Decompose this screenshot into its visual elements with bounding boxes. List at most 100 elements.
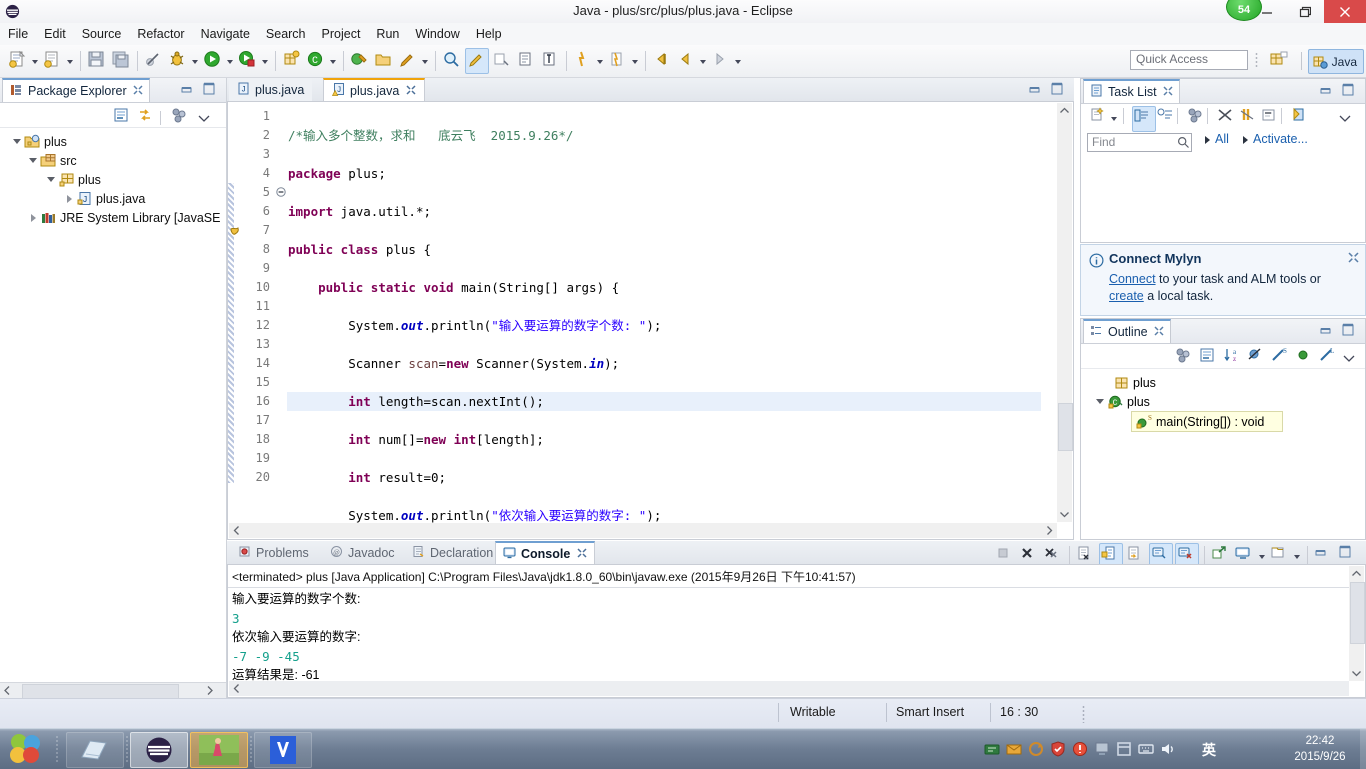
taskbar-item-notepad[interactable] <box>66 732 124 768</box>
run-icon[interactable] <box>202 49 224 73</box>
sync-icon[interactable] <box>1028 741 1044 757</box>
close-button[interactable] <box>1324 0 1366 23</box>
network-icon[interactable] <box>984 741 1000 757</box>
editor-vscrollbar[interactable] <box>1057 103 1073 522</box>
vscroll-thumb[interactable] <box>1058 403 1073 451</box>
new-task-icon[interactable] <box>1088 106 1110 130</box>
new-java-package-icon[interactable] <box>281 49 303 73</box>
search-icon[interactable] <box>1177 136 1190 152</box>
menu-item-window[interactable]: Window <box>407 25 467 43</box>
twisty-icon[interactable] <box>12 136 23 147</box>
tab-package-explorer[interactable]: Package Explorer <box>2 78 150 102</box>
editor-hscrollbar[interactable] <box>229 523 1057 538</box>
twisty-icon[interactable] <box>28 212 39 223</box>
perspective-java-button[interactable]: Java <box>1307 49 1364 74</box>
mylyn-create-link[interactable]: create <box>1109 289 1144 303</box>
open-type-dropdown-icon[interactable] <box>328 49 339 73</box>
toolbar-drag-handle[interactable] <box>1255 52 1258 69</box>
tab-problems[interactable]: Problems <box>231 541 316 564</box>
menu-item-refactor[interactable]: Refactor <box>129 25 192 43</box>
outline-item-package-plus[interactable]: plus <box>1081 373 1365 392</box>
debug-icon[interactable] <box>167 49 189 73</box>
hide-non-public-icon[interactable] <box>1294 346 1316 370</box>
view-menu-icon[interactable] <box>170 106 188 127</box>
quick-access-input[interactable]: Quick Access <box>1130 50 1248 70</box>
shield-icon[interactable] <box>1050 741 1066 757</box>
scroll-down-icon[interactable] <box>1057 507 1072 522</box>
folding-gutter[interactable] <box>274 102 287 539</box>
taskbar-item-photo[interactable] <box>190 732 248 768</box>
new-wizard-dropdown-icon[interactable] <box>30 49 41 73</box>
menu-item-edit[interactable]: Edit <box>36 25 74 43</box>
scheduled-mode-icon[interactable] <box>1156 106 1178 130</box>
new-task-dropdown-icon[interactable] <box>1109 106 1120 130</box>
windows-start-icon[interactable] <box>4 732 50 766</box>
close-icon[interactable] <box>1154 325 1164 339</box>
collapse-all-icon[interactable] <box>112 106 130 127</box>
open-folder-icon[interactable] <box>373 49 395 73</box>
close-icon[interactable] <box>406 84 416 98</box>
tree-item-package-plus[interactable]: plus <box>0 170 226 189</box>
sort-icon[interactable]: az <box>1222 346 1244 370</box>
tree-item-file-plus-java[interactable]: J plus.java <box>0 189 226 208</box>
close-icon[interactable] <box>133 84 143 98</box>
editor-text-area[interactable]: 1 2 3 4 5 6 7 8 9 10 11 12 13 14 15 16 1… <box>227 101 1074 540</box>
maximize-view-icon[interactable] <box>1050 82 1066 98</box>
open-perspective-button[interactable] <box>1268 49 1294 72</box>
twisty-icon[interactable] <box>1095 396 1106 407</box>
package-explorer-hscrollbar[interactable] <box>0 682 226 699</box>
focus-on-active-task-icon[interactable] <box>1174 346 1196 370</box>
menu-item-run[interactable]: Run <box>368 25 407 43</box>
filter-all-arrow-icon[interactable] <box>1205 136 1210 144</box>
twisty-icon[interactable] <box>64 193 75 204</box>
link-with-editor-icon[interactable] <box>136 106 154 127</box>
filter-activate-arrow-icon[interactable] <box>1243 136 1248 144</box>
link-editor-icon[interactable] <box>491 49 513 73</box>
mail-icon[interactable] <box>1006 741 1022 757</box>
vscroll-thumb[interactable] <box>1350 582 1365 644</box>
save-all-icon[interactable] <box>110 49 132 73</box>
skip-breakpoints-icon[interactable] <box>143 49 165 73</box>
menu-item-search[interactable]: Search <box>258 25 314 43</box>
mylyn-connect-link[interactable]: Connect <box>1109 272 1156 286</box>
window-icon[interactable] <box>1116 741 1132 757</box>
view-menu-icon[interactable] <box>1343 352 1355 366</box>
forward-icon[interactable] <box>710 49 732 73</box>
twisty-icon[interactable] <box>46 174 57 185</box>
scroll-left-icon[interactable] <box>229 523 244 538</box>
status-resize-handle[interactable] <box>1082 705 1085 723</box>
minimize-view-icon[interactable] <box>1319 323 1335 339</box>
previous-edit-icon[interactable] <box>651 49 673 73</box>
outline-item-class-plus[interactable]: C plus <box>1081 392 1365 411</box>
menu-item-help[interactable]: Help <box>468 25 510 43</box>
hide-static-icon[interactable]: S <box>1270 346 1292 370</box>
menu-item-project[interactable]: Project <box>314 25 369 43</box>
twisty-icon[interactable] <box>28 155 39 166</box>
antivirus-icon[interactable] <box>1072 741 1088 757</box>
scroll-right-icon[interactable] <box>203 683 217 698</box>
toggle-whitespace-icon[interactable] <box>539 49 561 73</box>
editor-tab-plus-java-1[interactable]: J plus.java <box>229 78 313 101</box>
save-icon[interactable] <box>86 49 108 73</box>
forward-dropdown-icon[interactable] <box>733 49 744 73</box>
show-task-hierarchy-icon[interactable] <box>1260 106 1282 130</box>
taskbar-clock[interactable]: 22:42 2015/9/26 <box>1280 733 1360 765</box>
close-icon[interactable] <box>577 547 587 561</box>
console-output-area[interactable]: <terminated> plus [Java Application] C:\… <box>227 564 1366 698</box>
source-code[interactable]: /*输入多个整数，求和 底云飞 2015.9.26*/ package plus… <box>288 102 1041 539</box>
taskbar-item-eclipse[interactable] <box>130 732 188 768</box>
scroll-up-icon[interactable] <box>1349 566 1364 581</box>
minimize-view-icon[interactable] <box>1028 82 1044 98</box>
close-icon[interactable] <box>1163 85 1173 99</box>
tab-task-list[interactable]: Task List <box>1083 79 1180 103</box>
tree-item-src[interactable]: src <box>0 151 226 170</box>
view-menu-icon[interactable] <box>1339 112 1351 126</box>
taskbar-item-wps-writer[interactable] <box>254 732 312 768</box>
tab-console[interactable]: Console <box>495 541 596 564</box>
maximize-view-icon[interactable] <box>1341 323 1357 339</box>
restore-tasks-icon[interactable] <box>1290 106 1312 130</box>
previous-annotation-icon[interactable] <box>607 49 629 73</box>
tree-item-jre-system-library[interactable]: JRE System Library [JavaSE <box>0 208 226 227</box>
tab-outline[interactable]: Outline <box>1083 319 1171 343</box>
editor-tab-plus-java-2[interactable]: J plus.java <box>323 78 426 101</box>
